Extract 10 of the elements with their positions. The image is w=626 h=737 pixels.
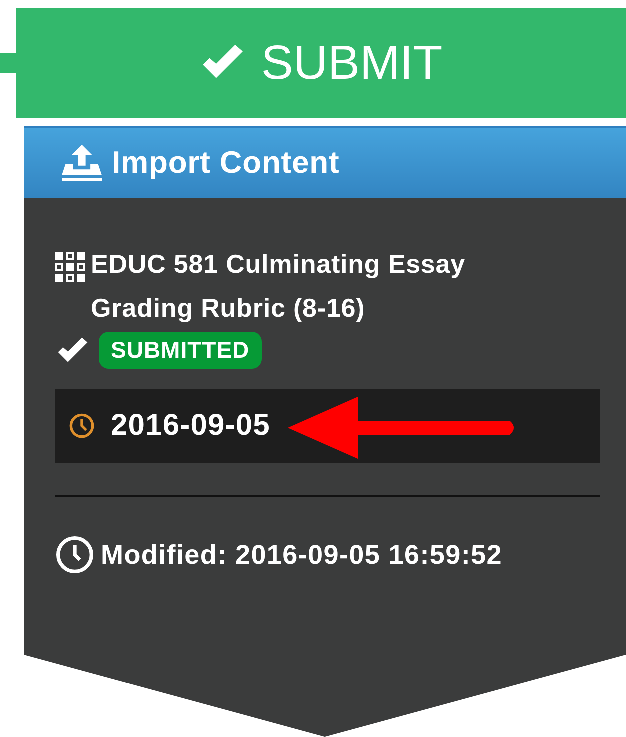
grid-icon [55, 252, 85, 282]
modified-date: Modified: 2016-09-05 16:59:52 [101, 540, 502, 570]
import-button[interactable]: Import Content [24, 126, 626, 198]
upload-icon [60, 143, 104, 183]
submit-button[interactable]: SUBMIT [16, 8, 626, 118]
status-badge: SUBMITTED [99, 332, 262, 369]
due-date: 2016-09-05 [111, 409, 270, 443]
clock-icon [55, 535, 95, 575]
clock-icon [69, 413, 95, 439]
rubric-title: EDUC 581 Culminating Essay Grading Rubric (8-16) [91, 248, 467, 325]
